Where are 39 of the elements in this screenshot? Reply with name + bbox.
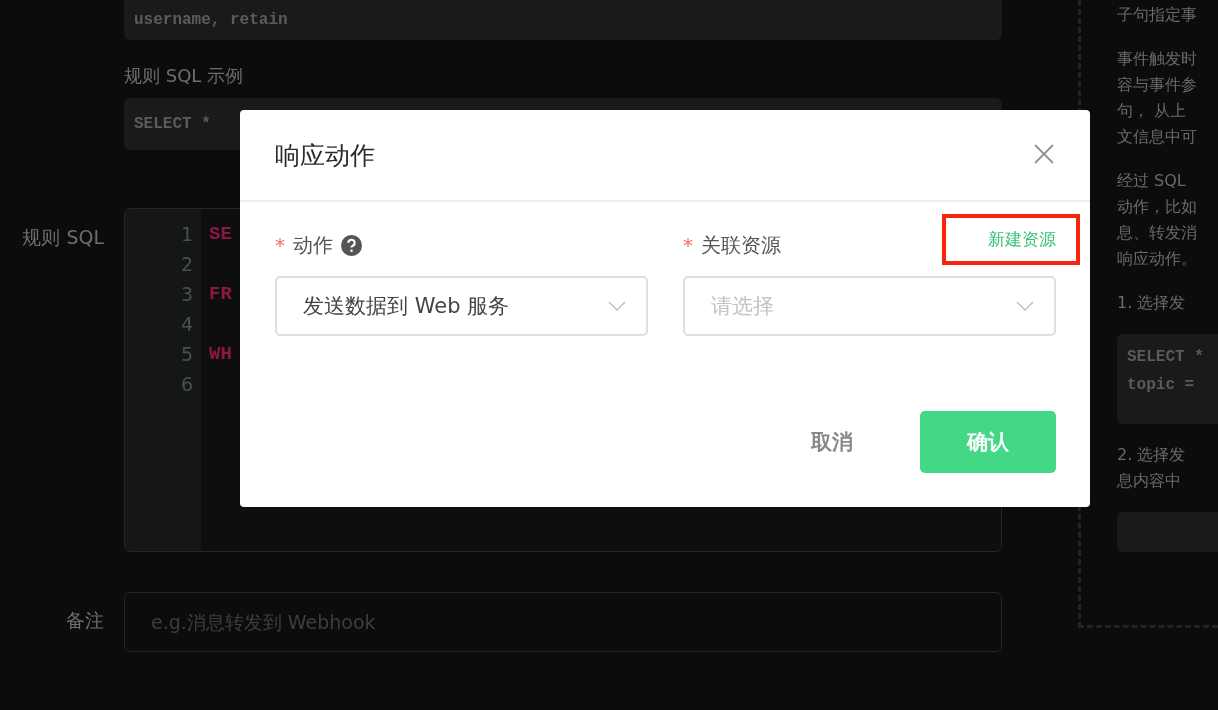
help-text: 1. 选择发 bbox=[1117, 292, 1187, 314]
help-text: 句， 从上 bbox=[1117, 100, 1188, 122]
line-number: 5 bbox=[179, 342, 193, 367]
line-number: 1 bbox=[179, 222, 193, 247]
example-label: 规则 SQL 示例 bbox=[124, 64, 245, 88]
code-line: topic = bbox=[1127, 376, 1196, 394]
line-number: 6 bbox=[179, 372, 193, 397]
select-field[interactable]: 发送数据到 Web 服务 bbox=[275, 276, 648, 336]
field-label: 动作 bbox=[293, 231, 333, 259]
chevron-down-icon bbox=[608, 301, 626, 311]
select-field[interactable]: 请选择 bbox=[683, 276, 1056, 336]
field-label: 关联资源 bbox=[701, 231, 781, 259]
line-number: 3 bbox=[179, 282, 193, 307]
sql-keyword: FR bbox=[209, 282, 232, 307]
confirm-button[interactable]: 确认 bbox=[920, 411, 1056, 473]
help-text: 经过 SQL bbox=[1117, 170, 1187, 192]
help-text: 息、转发消 bbox=[1117, 222, 1198, 244]
note-label: 备注 bbox=[65, 608, 104, 633]
new-resource-link[interactable]: 新建资源 bbox=[942, 213, 1080, 265]
line-number: 4 bbox=[179, 312, 193, 337]
sql-label: 规则 SQL bbox=[21, 225, 104, 250]
help-text: 文信息中可 bbox=[1117, 126, 1198, 148]
help-text: 事件触发时 bbox=[1117, 48, 1198, 70]
help-text: 子句指定事 bbox=[1117, 4, 1198, 26]
help-text: 响应动作。 bbox=[1117, 248, 1198, 270]
sql-keyword: WH bbox=[209, 342, 232, 367]
help-icon[interactable] bbox=[341, 234, 362, 256]
chevron-down-icon bbox=[1016, 301, 1034, 311]
line-number: 2 bbox=[179, 252, 193, 277]
sql-keyword: SE bbox=[209, 222, 232, 247]
help-text: 容与事件参 bbox=[1117, 74, 1198, 96]
code-line: SELECT * bbox=[1127, 348, 1205, 366]
code-block: username, retain bbox=[124, 0, 1002, 40]
help-text: 动作，比如 bbox=[1117, 196, 1198, 218]
help-text: 2. 选择发 bbox=[1117, 444, 1187, 466]
required-mark: * bbox=[275, 233, 285, 257]
required-mark: * bbox=[683, 233, 693, 257]
close-icon bbox=[1033, 143, 1055, 165]
help-text: 息内容中 bbox=[1117, 470, 1182, 492]
